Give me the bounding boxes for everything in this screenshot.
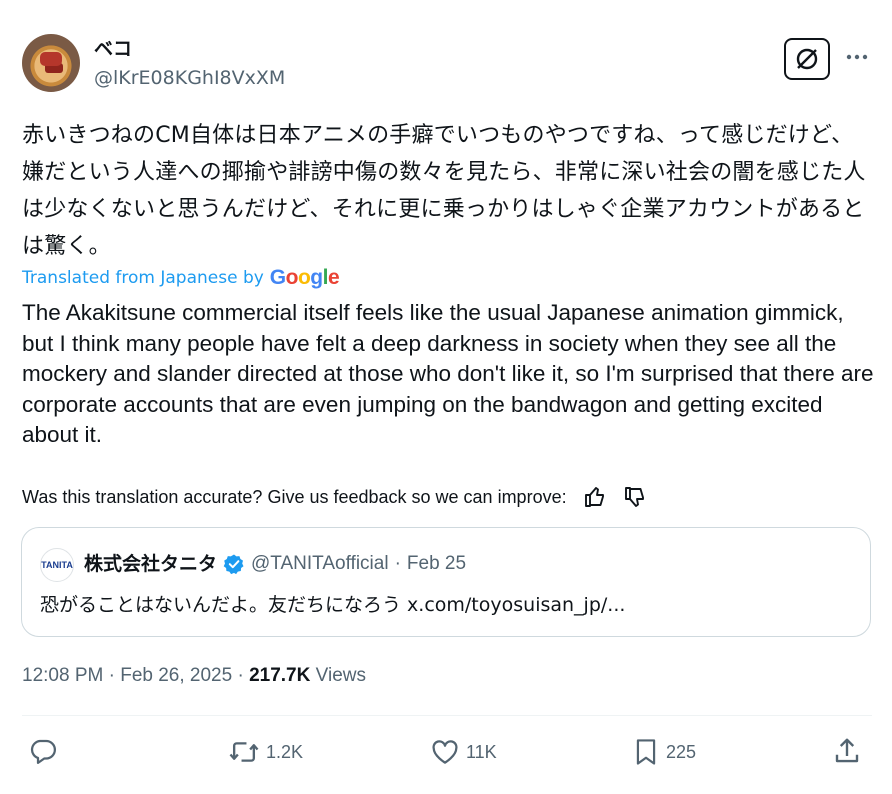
grok-button[interactable] xyxy=(784,38,830,80)
google-logo: Google xyxy=(269,266,340,289)
views-count: 217.7K xyxy=(249,665,311,686)
like-button[interactable]: 11K xyxy=(430,736,497,768)
repost-count: 1.2K xyxy=(266,742,304,762)
tweet-meta: 12:08 PM · Feb 26, 2025 · 217.7K Views xyxy=(22,663,366,689)
more-icon xyxy=(846,54,868,60)
like-count: 11K xyxy=(466,742,497,762)
reply-icon xyxy=(30,739,56,764)
views-label: Views xyxy=(310,665,366,686)
tweet-translated-text: The Akakitsune commercial itself feels l… xyxy=(22,300,874,447)
author-handle[interactable]: @lKrE08KGhI8VxXM xyxy=(94,66,285,90)
like-icon xyxy=(432,740,458,764)
verified-badge-icon xyxy=(223,554,244,575)
thumbs-down-button[interactable] xyxy=(621,483,649,511)
grok-icon xyxy=(796,48,818,70)
author-avatar[interactable] xyxy=(22,34,80,92)
translated-label: Translated from Japanese by xyxy=(22,268,264,288)
repost-button[interactable]: 1.2K xyxy=(228,736,303,768)
feedback-prompt: Was this translation accurate? Give us f… xyxy=(22,487,567,507)
quoted-date[interactable]: Feb 25 xyxy=(407,551,466,577)
translated-by-link[interactable]: Translated from Japanese by Google xyxy=(22,265,340,291)
translation-feedback: Was this translation accurate? Give us f… xyxy=(22,483,649,511)
author-display-name[interactable]: ベコ xyxy=(94,37,132,61)
quoted-header: 株式会社タニタ @TANITAofficial · Feb 25 xyxy=(84,551,466,577)
quoted-author-avatar[interactable]: TANITA xyxy=(40,548,74,582)
share-button[interactable] xyxy=(832,736,862,766)
quoted-tweet-card[interactable]: TANITA 株式会社タニタ @TANITAofficial · Feb 25 … xyxy=(21,527,871,637)
more-options-button[interactable] xyxy=(842,44,872,70)
quoted-text: 恐がることはないんだよ。友だちになろう x.com/toyosuisan_jp/… xyxy=(40,594,626,616)
tweet-timestamp[interactable]: 12:08 PM · Feb 26, 2025 · xyxy=(22,665,249,686)
reply-button[interactable] xyxy=(28,736,58,766)
quoted-handle[interactable]: @TANITAofficial xyxy=(251,551,389,577)
bookmark-button[interactable]: 225 xyxy=(632,736,696,768)
tanita-logo-text: TANITA xyxy=(41,560,73,570)
thumbs-up-icon xyxy=(584,487,604,507)
share-icon xyxy=(835,738,859,763)
quoted-display-name[interactable]: 株式会社タニタ xyxy=(84,551,217,577)
divider xyxy=(22,715,872,716)
repost-icon xyxy=(229,742,259,762)
thumbs-down-icon xyxy=(624,487,644,507)
bookmark-icon xyxy=(636,739,656,765)
quoted-separator: · xyxy=(394,553,401,574)
tweet-original-text: 赤いきつねのCM自体は日本アニメの手癖でいつものやつですね、って感じだけど、嫌だ… xyxy=(22,123,866,259)
thumbs-up-button[interactable] xyxy=(581,483,609,511)
bookmark-count: 225 xyxy=(666,742,697,762)
